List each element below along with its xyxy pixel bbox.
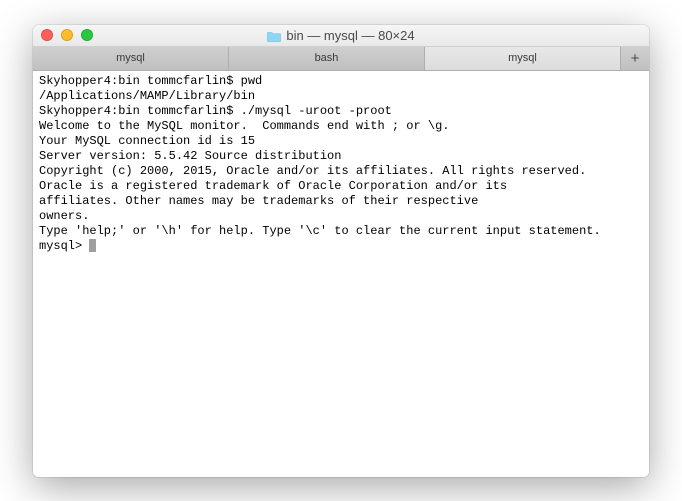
terminal-line: Your MySQL connection id is 15 (39, 134, 643, 149)
terminal-line: owners. (39, 209, 643, 224)
tab-label: mysql (508, 52, 537, 64)
tab-bash[interactable]: bash (229, 47, 425, 70)
terminal-line: Oracle is a registered trademark of Orac… (39, 179, 643, 194)
cursor (89, 239, 96, 252)
close-button[interactable] (41, 29, 53, 41)
terminal-line: /Applications/MAMP/Library/bin (39, 89, 643, 104)
terminal-window: bin — mysql — 80×24 mysql bash mysql + S… (33, 25, 649, 477)
window-title-text: bin — mysql — 80×24 (286, 28, 414, 43)
zoom-button[interactable] (81, 29, 93, 41)
terminal-prompt-line: mysql> (39, 239, 643, 254)
traffic-lights (33, 29, 93, 41)
terminal-line: Copyright (c) 2000, 2015, Oracle and/or … (39, 164, 643, 179)
minimize-button[interactable] (61, 29, 73, 41)
mysql-prompt: mysql> (39, 239, 89, 253)
window-title: bin — mysql — 80×24 (33, 28, 649, 43)
terminal-content[interactable]: Skyhopper4:bin tommcfarlin$ pwd/Applicat… (33, 71, 649, 477)
plus-icon: + (631, 50, 640, 67)
terminal-line: Type 'help;' or '\h' for help. Type '\c'… (39, 224, 643, 239)
terminal-line: Welcome to the MySQL monitor. Commands e… (39, 119, 643, 134)
titlebar[interactable]: bin — mysql — 80×24 (33, 25, 649, 47)
tab-label: bash (315, 52, 339, 64)
terminal-line: Server version: 5.5.42 Source distributi… (39, 149, 643, 164)
new-tab-button[interactable]: + (621, 47, 649, 70)
terminal-line: Skyhopper4:bin tommcfarlin$ ./mysql -uro… (39, 104, 643, 119)
tab-label: mysql (116, 52, 145, 64)
terminal-line: Skyhopper4:bin tommcfarlin$ pwd (39, 74, 643, 89)
tabbar: mysql bash mysql + (33, 47, 649, 71)
terminal-line: affiliates. Other names may be trademark… (39, 194, 643, 209)
tab-mysql-1[interactable]: mysql (33, 47, 229, 70)
tab-mysql-2[interactable]: mysql (425, 47, 621, 70)
folder-icon (267, 30, 281, 41)
